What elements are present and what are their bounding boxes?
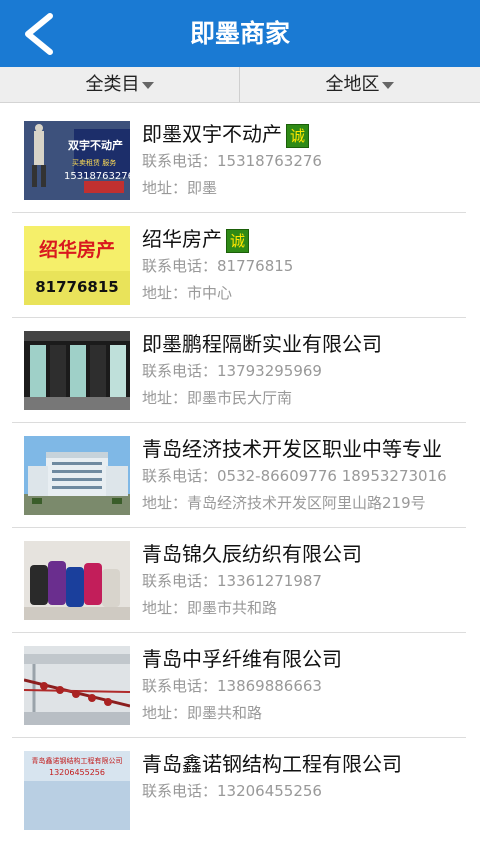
svg-text:买卖租赁 服务: 买卖租赁 服务	[72, 158, 116, 167]
chevron-down-icon	[141, 81, 154, 89]
svg-text:双宇不动产: 双宇不动产	[68, 138, 123, 152]
verified-badge: 诚	[226, 228, 250, 253]
merchant-thumbnail: 双宇不动产 买卖租赁 服务 15318763276	[24, 121, 130, 200]
merchant-phone: 联系电话：0532-86609776 18953273016	[142, 467, 447, 485]
merchant-thumbnail	[24, 331, 130, 410]
merchant-item[interactable]: 绍华房产 81776815 绍华房产诚 联系电话：81776815 地址：市中心	[0, 213, 480, 318]
merchant-phone: 联系电话：13793295969	[142, 362, 322, 380]
merchant-thumbnail: 绍华房产 81776815	[24, 226, 130, 305]
merchant-thumbnail	[24, 436, 130, 515]
merchant-name-text: 绍华房产	[142, 227, 222, 251]
merchant-address: 地址：青岛经济技术开发区阿里山路219号	[142, 494, 426, 512]
region-filter-label: 全地区	[325, 74, 380, 95]
merchant-name: 青岛中孚纤维有限公司	[142, 647, 342, 671]
svg-text:15318763276: 15318763276	[64, 171, 130, 182]
merchant-item[interactable]: 青岛锦久辰纺织有限公司 联系电话：13361271987 地址：即墨市共和路	[0, 528, 480, 633]
merchant-address: 地址：即墨市民大厅南	[142, 389, 293, 407]
merchant-item[interactable]: 青岛中孚纤维有限公司 联系电话：13869886663 地址：即墨共和路	[0, 633, 480, 738]
merchant-address: 地址：即墨共和路	[142, 704, 263, 722]
merchant-address: 地址：即墨市共和路	[142, 599, 278, 617]
merchant-phone: 联系电话：13869886663	[142, 677, 322, 695]
page-title: 即墨商家	[189, 19, 290, 48]
svg-text:13206455256: 13206455256	[49, 768, 105, 777]
merchant-item[interactable]: 青岛经济技术开发区职业中等专业 联系电话：0532-86609776 18953…	[0, 423, 480, 528]
merchant-phone: 联系电话：13206455256	[142, 782, 322, 800]
verified-badge: 诚	[286, 123, 310, 148]
merchant-name: 绍华房产诚	[142, 223, 250, 253]
merchant-name: 青岛鑫诺钢结构工程有限公司	[142, 752, 402, 776]
merchant-list: 双宇不动产 买卖租赁 服务 15318763276 即墨双宇不动产诚 联系电话：…	[0, 108, 480, 843]
merchant-thumbnail	[24, 646, 130, 725]
svg-text:绍华房产: 绍华房产	[39, 238, 115, 261]
category-filter-label: 全类目	[85, 74, 140, 95]
merchant-name-text: 即墨双宇不动产	[142, 122, 282, 146]
merchant-item[interactable]: 双宇不动产 买卖租赁 服务 15318763276 即墨双宇不动产诚 联系电话：…	[0, 108, 480, 213]
merchant-address: 地址：市中心	[142, 284, 233, 302]
chevron-down-icon	[381, 81, 394, 89]
merchant-phone: 联系电话：15318763276	[142, 152, 322, 170]
merchant-item[interactable]: 即墨鹏程隔断实业有限公司 联系电话：13793295969 地址：即墨市民大厅南	[0, 318, 480, 423]
merchant-thumbnail: 青岛鑫诺钢结构工程有限公司 13206455256	[24, 751, 130, 830]
merchant-name: 即墨双宇不动产诚	[142, 118, 310, 148]
merchant-name: 青岛经济技术开发区职业中等专业	[142, 437, 442, 461]
app-header: 即墨商家	[0, 0, 480, 67]
category-filter[interactable]: 全类目	[0, 67, 239, 102]
merchant-item[interactable]: 青岛鑫诺钢结构工程有限公司 13206455256 青岛鑫诺钢结构工程有限公司 …	[0, 738, 480, 843]
merchant-address: 地址：即墨	[142, 179, 218, 197]
merchant-name: 青岛锦久辰纺织有限公司	[142, 542, 362, 566]
merchant-name: 即墨鹏程隔断实业有限公司	[142, 332, 382, 356]
merchant-phone: 联系电话：81776815	[142, 257, 294, 275]
svg-text:青岛鑫诺钢结构工程有限公司: 青岛鑫诺钢结构工程有限公司	[32, 756, 123, 765]
filter-bar: 全类目 全地区	[0, 67, 480, 103]
region-filter[interactable]: 全地区	[240, 67, 479, 102]
svg-text:81776815: 81776815	[35, 278, 119, 296]
merchant-thumbnail	[24, 541, 130, 620]
merchant-phone: 联系电话：13361271987	[142, 572, 322, 590]
